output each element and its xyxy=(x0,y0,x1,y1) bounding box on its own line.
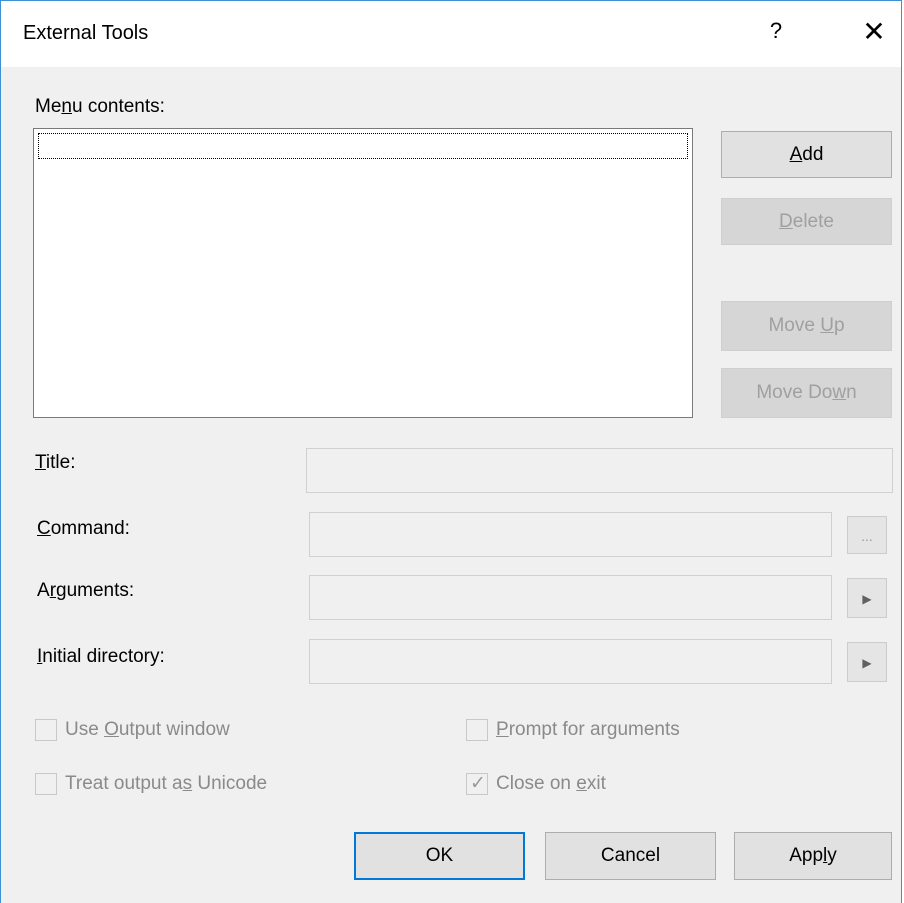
list-item[interactable] xyxy=(38,133,688,159)
add-button[interactable]: Add xyxy=(721,131,892,178)
external-tools-dialog: External Tools ? ✕ Menu contents: Add De… xyxy=(0,0,902,903)
prompt-for-arguments-checkbox[interactable] xyxy=(466,719,488,741)
title-field[interactable] xyxy=(306,448,893,493)
title-bar: External Tools ? ✕ xyxy=(1,0,901,67)
close-on-exit-checkbox[interactable]: ✓ xyxy=(466,772,488,795)
use-output-window-checkbox[interactable] xyxy=(35,719,57,741)
move-down-button[interactable]: Move Down xyxy=(721,368,892,418)
menu-contents-list[interactable] xyxy=(33,128,693,418)
arguments-label: Arguments: xyxy=(37,580,135,601)
initial-directory-field[interactable] xyxy=(309,639,832,684)
ok-button[interactable]: OK xyxy=(354,832,525,880)
move-up-button[interactable]: Move Up xyxy=(721,301,892,351)
close-on-exit-label: Close on exit xyxy=(496,773,606,794)
delete-button[interactable]: Delete xyxy=(721,198,892,245)
command-label: Command: xyxy=(37,518,130,539)
treat-output-as-unicode-checkbox[interactable] xyxy=(35,773,57,795)
command-field[interactable] xyxy=(309,512,832,557)
cancel-button[interactable]: Cancel xyxy=(545,832,716,880)
window-title: External Tools xyxy=(23,22,149,44)
treat-output-as-unicode-label: Treat output as Unicode xyxy=(65,773,268,794)
help-icon[interactable]: ? xyxy=(763,18,789,48)
menu-contents-label: Menu contents: xyxy=(35,96,165,117)
close-icon[interactable]: ✕ xyxy=(857,15,891,49)
title-label: Title: xyxy=(35,452,76,473)
check-icon: ✓ xyxy=(470,772,486,794)
arguments-field[interactable] xyxy=(309,575,832,620)
initial-directory-menu-arrow-icon[interactable]: ▶ xyxy=(847,642,887,682)
initial-directory-label: Initial directory: xyxy=(37,646,165,667)
use-output-window-label: Use Output window xyxy=(65,719,230,740)
apply-button[interactable]: Apply xyxy=(734,832,892,880)
browse-command-button[interactable]: ... xyxy=(847,516,887,554)
prompt-for-arguments-label: Prompt for arguments xyxy=(496,719,680,740)
arguments-menu-arrow-icon[interactable]: ▶ xyxy=(847,578,887,618)
